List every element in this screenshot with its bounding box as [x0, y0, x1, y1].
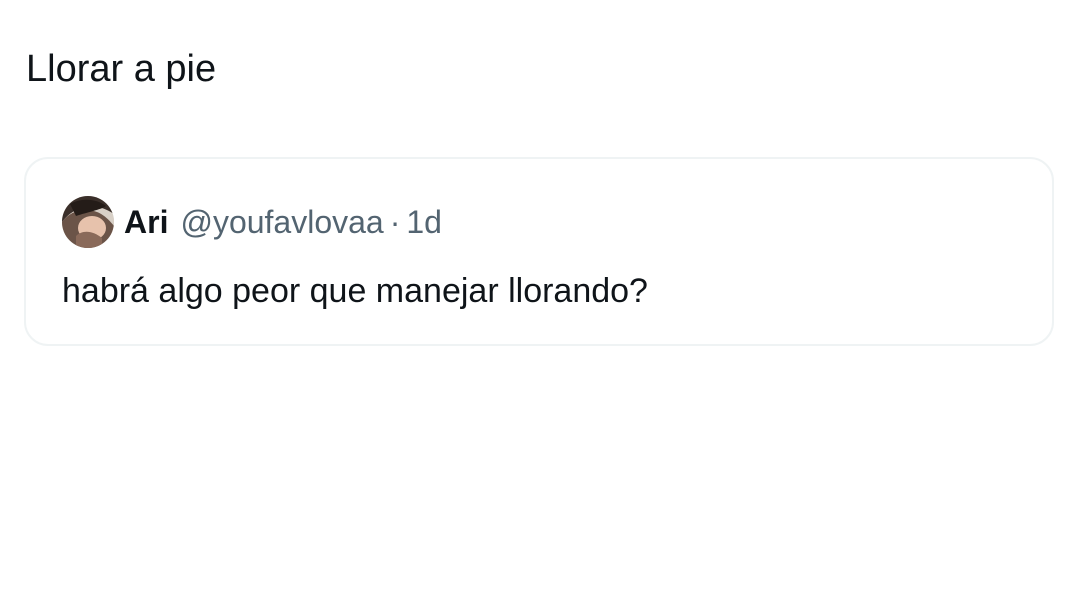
separator-dot: ·	[389, 203, 401, 240]
author-name[interactable]: Ari	[124, 204, 168, 241]
user-avatar-icon[interactable]	[62, 196, 114, 248]
quoted-tweet-card[interactable]: Ari @youfavlovaa · 1d habrá algo peor qu…	[24, 157, 1054, 346]
quoted-tweet-text: habrá algo peor que manejar llorando?	[62, 272, 648, 310]
quoted-tweet-header: Ari @youfavlovaa · 1d	[62, 195, 442, 249]
post-text: Llorar a pie	[26, 48, 217, 90]
tweet-timestamp[interactable]: 1d	[406, 204, 442, 241]
author-handle[interactable]: @youfavlovaa	[180, 204, 383, 241]
